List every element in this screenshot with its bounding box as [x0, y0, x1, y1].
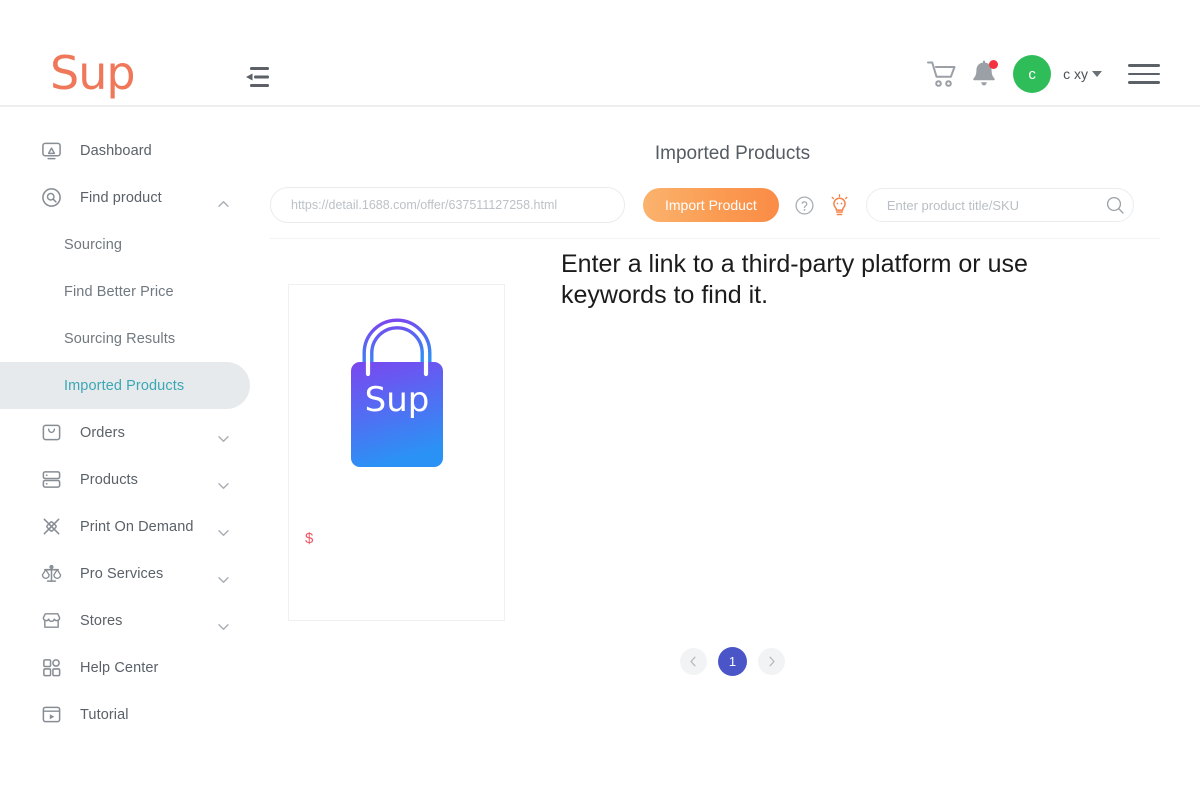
notification-bell-icon[interactable] — [971, 60, 999, 88]
sidebar-item-stores[interactable]: Stores — [0, 597, 265, 644]
sidebar-subitem-label: Imported Products — [64, 377, 185, 394]
sidebar-item-label: Find product — [80, 189, 162, 206]
product-search — [865, 188, 1134, 222]
sidebar-item-label: Dashboard — [80, 142, 152, 159]
user-name-label[interactable]: c xy — [1063, 66, 1088, 82]
sidebar-subitem-imported-products[interactable]: Imported Products — [0, 362, 250, 409]
layers-icon — [40, 469, 62, 491]
pagination-next-button[interactable] — [758, 648, 785, 675]
header-actions: c c xy — [927, 55, 1160, 93]
monitor-icon — [40, 140, 62, 162]
pen-brush-icon — [40, 516, 62, 538]
product-url-input[interactable] — [270, 187, 625, 223]
sidebar-subitem-label: Sourcing Results — [64, 330, 176, 347]
top-header: Sup c c xy — [0, 0, 1200, 107]
sidebar-item-label: Orders — [80, 424, 125, 441]
sidebar-item-label: Print On Demand — [80, 518, 194, 535]
pagination-page-1[interactable]: 1 — [718, 647, 747, 676]
empty-state-hint: Enter a link to a third-party platform o… — [561, 250, 1028, 309]
sidebar-item-label: Stores — [80, 612, 123, 629]
chevron-down-icon[interactable] — [218, 617, 229, 630]
import-product-button[interactable]: Import Product — [643, 188, 779, 222]
chevron-left-icon — [690, 656, 696, 667]
product-card[interactable]: Sup $ — [288, 284, 505, 621]
shopping-cart-icon[interactable] — [927, 60, 957, 88]
pagination-prev-button[interactable] — [680, 648, 707, 675]
sidebar-item-pro-services[interactable]: Pro Services — [0, 550, 265, 597]
sidebar-item-label: Tutorial — [80, 706, 129, 723]
chevron-down-icon[interactable] — [1092, 71, 1102, 77]
hamburger-menu-icon[interactable] — [1128, 64, 1160, 84]
sidebar-item-label: Help Center — [80, 659, 159, 676]
sidebar-item-products[interactable]: Products — [0, 456, 265, 503]
sidebar: Dashboard Find product Sourcing Find Bet… — [0, 107, 265, 800]
toolbar-divider — [270, 238, 1160, 239]
sidebar-subitem-sourcing-results[interactable]: Sourcing Results — [0, 315, 250, 362]
question-circle-icon[interactable] — [795, 195, 814, 215]
sidebar-subitem-label: Sourcing — [64, 236, 123, 253]
sidebar-item-print-on-demand[interactable]: Print On Demand — [0, 503, 265, 550]
pagination: 1 — [265, 647, 1200, 676]
search-circle-icon — [40, 187, 62, 209]
chevron-down-icon[interactable] — [218, 523, 229, 536]
sidebar-item-label: Products — [80, 471, 139, 488]
main-content: Imported Products Import Product — [265, 107, 1200, 800]
search-input[interactable] — [865, 188, 1134, 222]
sidebar-item-tutorial[interactable]: Tutorial — [0, 691, 265, 738]
sidebar-subitem-sourcing[interactable]: Sourcing — [0, 221, 250, 268]
app-logo[interactable]: Sup — [50, 50, 136, 96]
bag-icon — [40, 422, 62, 444]
chevron-down-icon[interactable] — [218, 570, 229, 583]
sidebar-subitem-find-better-price[interactable]: Find Better Price — [0, 268, 250, 315]
page-title: Imported Products — [654, 143, 811, 164]
lightbulb-icon[interactable] — [829, 193, 850, 217]
app-window: Sup c c xy Dashboard Find product Sourci… — [0, 0, 1200, 800]
sidebar-item-help-center[interactable]: Help Center — [0, 644, 265, 691]
sidebar-item-dashboard[interactable]: Dashboard — [0, 127, 265, 174]
avatar[interactable]: c — [1013, 55, 1052, 93]
svg-text:Sup: Sup — [364, 380, 429, 420]
chevron-up-icon[interactable] — [218, 194, 229, 207]
sidebar-item-label: Pro Services — [80, 565, 164, 582]
scales-icon — [40, 563, 62, 585]
storefront-icon — [40, 610, 62, 632]
import-toolbar: Import Product — [270, 185, 1200, 225]
grid-icon — [40, 657, 62, 679]
sidebar-item-orders[interactable]: Orders — [0, 409, 265, 456]
video-play-icon — [40, 704, 62, 726]
product-image: Sup — [336, 307, 458, 474]
search-icon[interactable] — [1105, 195, 1125, 215]
chevron-down-icon[interactable] — [218, 429, 229, 442]
sidebar-subitem-label: Find Better Price — [64, 283, 174, 300]
sidebar-item-find-product[interactable]: Find product — [0, 174, 265, 221]
collapse-sidebar-icon[interactable] — [245, 66, 269, 88]
chevron-down-icon[interactable] — [218, 476, 229, 489]
product-price: $ — [305, 530, 314, 547]
chevron-right-icon — [769, 656, 775, 667]
